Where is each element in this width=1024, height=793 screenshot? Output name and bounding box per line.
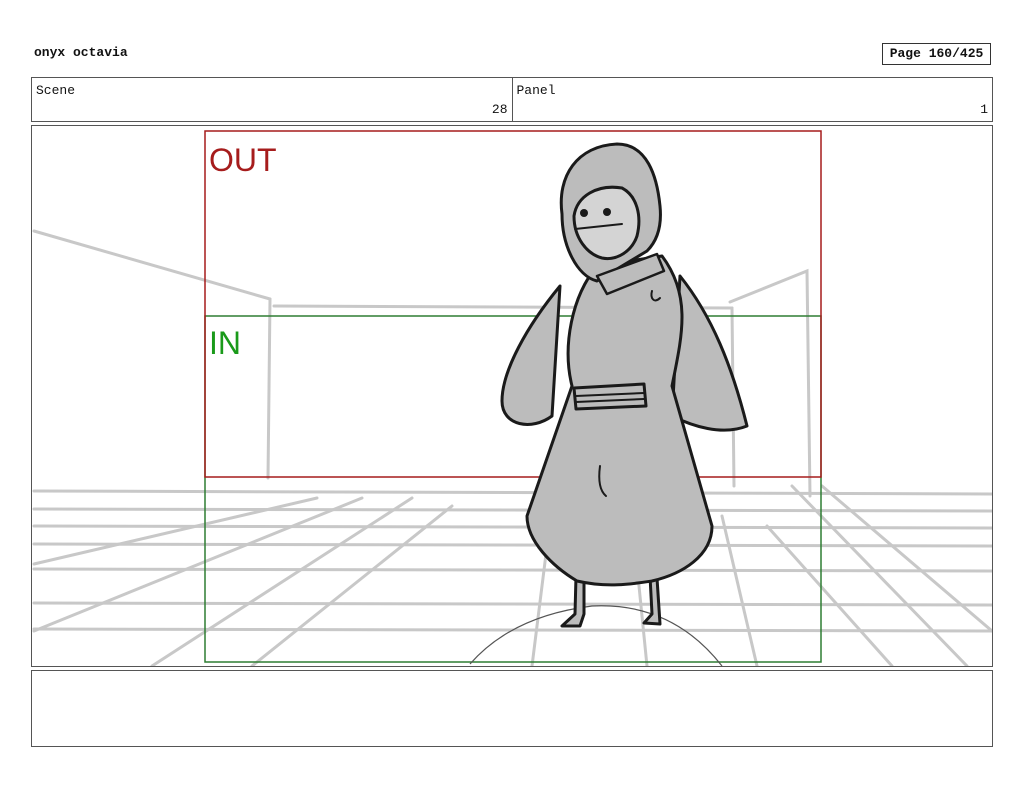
page-number-badge: Page 160/425 — [882, 43, 991, 65]
scene-cell: Scene 28 — [32, 78, 512, 121]
in-label: IN — [209, 325, 241, 361]
scene-number: 28 — [491, 102, 508, 117]
background-sketch-lines — [32, 229, 992, 666]
out-label: OUT — [209, 142, 277, 178]
panel-sketch: OUT IN — [32, 130, 992, 666]
scene-panel-info-row: Scene 28 Panel 1 — [31, 77, 993, 122]
hooded-figure-sketch — [500, 142, 749, 628]
ground-sketch — [469, 605, 723, 666]
storyboard-panel: OUT IN — [31, 125, 993, 667]
document-title: onyx octavia — [34, 45, 128, 60]
panel-cell: Panel 1 — [511, 78, 993, 121]
notes-box — [31, 670, 993, 747]
panel-label: Panel — [516, 83, 556, 98]
panel-number: 1 — [980, 102, 988, 117]
scene-label: Scene — [36, 83, 76, 98]
